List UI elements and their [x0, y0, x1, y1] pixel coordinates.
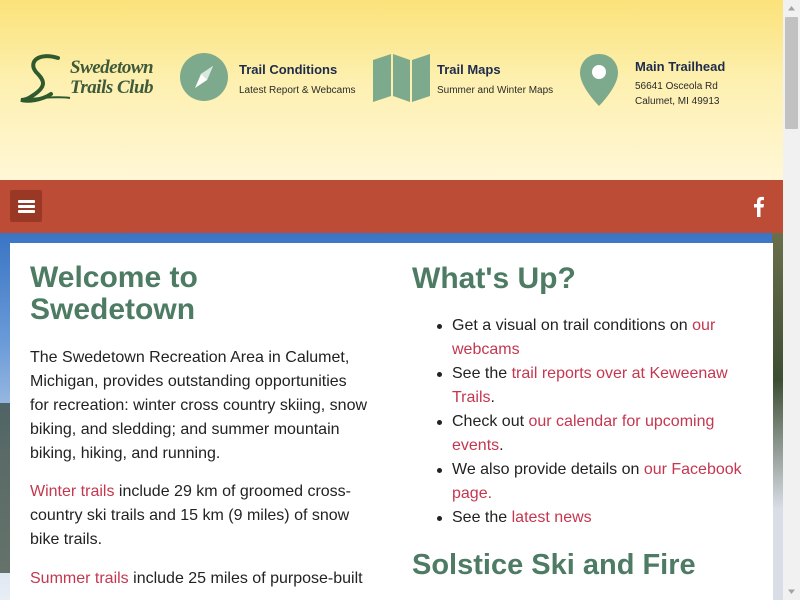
scroll-up-arrow-icon[interactable] — [783, 0, 800, 17]
bullet-icon — [437, 468, 442, 473]
welcome-heading-line2: Swedetown — [30, 293, 196, 326]
facebook-link[interactable] — [749, 195, 769, 217]
summer-trails-link[interactable]: Summer trails — [30, 570, 129, 587]
latest-news-link[interactable]: latest news — [512, 509, 592, 526]
list-item-text: Check out — [452, 413, 529, 430]
intro-paragraph: The Swedetown Recreation Area in Calumet… — [30, 346, 380, 466]
intro-line: The Swedetown Recreation Area in Calumet… — [30, 349, 350, 366]
list-item: Check out our calendar for upcoming even… — [437, 410, 752, 458]
trail-maps-title: Trail Maps — [437, 62, 501, 77]
trail-conditions-title: Trail Conditions — [239, 62, 338, 77]
intro-line: biking, and sledding; and summer mountai… — [30, 421, 340, 438]
list-item-text: See the — [452, 365, 512, 382]
trailhead-address-line1: 56641 Osceola Rd — [635, 81, 718, 92]
main-nav-bar — [0, 180, 783, 233]
compass-icon — [180, 53, 228, 101]
list-item: We also provide details on our Facebook … — [437, 458, 752, 506]
solstice-heading: Solstice Ski and Fire — [412, 549, 696, 581]
map-pin-icon — [580, 54, 618, 106]
trailhead-title: Main Trailhead — [635, 59, 726, 74]
site-logo[interactable]: Swedetown Trails Club — [18, 50, 173, 106]
winter-trails-text: bike trails. — [30, 531, 103, 548]
trailhead-address-line2: Calumet, MI 49913 — [635, 96, 720, 107]
calendar-link[interactable]: our calendar for upcoming — [528, 413, 714, 430]
bullet-icon — [437, 516, 442, 521]
welcome-heading: Welcome to Swedetown — [30, 262, 198, 326]
map-icon — [373, 54, 430, 102]
winter-trails-text: include 29 km of groomed cross- — [114, 483, 351, 500]
whats-up-heading: What's Up? — [412, 262, 576, 295]
trail-conditions-sub: Latest Report & Webcams — [239, 85, 356, 96]
bullet-icon — [437, 420, 442, 425]
bullet-icon — [437, 324, 442, 329]
list-item-text: . — [490, 389, 495, 406]
summer-trails-text: include 25 miles of purpose-built — [128, 570, 363, 587]
calendar-link-cont[interactable]: events — [452, 437, 499, 454]
menu-button[interactable] — [10, 190, 42, 222]
logo-line1: Swedetown — [70, 57, 154, 78]
summer-trails-paragraph: Summer trails include 25 miles of purpos… — [30, 567, 380, 591]
list-item-text: See the — [452, 509, 512, 526]
trail-maps-sub: Summer and Winter Maps — [437, 85, 554, 96]
facebook-page-link-cont[interactable]: page. — [452, 485, 492, 502]
intro-line: for recreation: winter cross country ski… — [30, 397, 368, 414]
page-scrollbar[interactable] — [783, 0, 800, 600]
list-item: Get a visual on trail conditions on our … — [437, 314, 752, 362]
facebook-icon — [754, 196, 764, 217]
scrollbar-thumb[interactable] — [785, 17, 798, 129]
facebook-page-link[interactable]: our Facebook — [644, 461, 742, 478]
welcome-heading-line1: Welcome to — [30, 261, 198, 294]
hamburger-icon — [18, 200, 35, 203]
intro-line: biking, hiking, and running. — [30, 445, 221, 462]
list-item: See the latest news — [437, 506, 752, 530]
webcams-link-cont[interactable]: webcams — [452, 341, 520, 358]
hamburger-icon-bar — [18, 205, 35, 208]
tree-silhouette-right — [772, 233, 783, 600]
whats-up-list: Get a visual on trail conditions on our … — [437, 314, 752, 530]
winter-trails-text: country ski trails and 15 km (9 miles) o… — [30, 507, 350, 524]
trail-reports-link-cont[interactable]: Trails — [452, 389, 491, 406]
main-content: Welcome to Swedetown The Swedetown Recre… — [10, 243, 773, 600]
logo-swoosh-icon — [20, 54, 71, 103]
winter-trails-paragraph: Winter trails include 29 km of groomed c… — [30, 480, 380, 552]
webcams-link[interactable]: our — [692, 317, 715, 334]
bullet-icon — [437, 372, 442, 377]
list-item-text: . — [499, 437, 504, 454]
list-item-text: We also provide details on — [452, 461, 644, 478]
hamburger-icon-bar — [18, 210, 35, 213]
trail-reports-link[interactable]: trail reports over at Keweenaw — [512, 365, 728, 382]
winter-trails-link[interactable]: Winter trails — [30, 483, 114, 500]
list-item-text: Get a visual on trail conditions on — [452, 317, 693, 334]
intro-line: Michigan, provides outstanding opportuni… — [30, 373, 347, 390]
scroll-down-arrow-icon[interactable] — [783, 583, 800, 600]
list-item: See the trail reports over at Keweenaw T… — [437, 362, 752, 410]
logo-line2: Trails Club — [70, 77, 154, 98]
